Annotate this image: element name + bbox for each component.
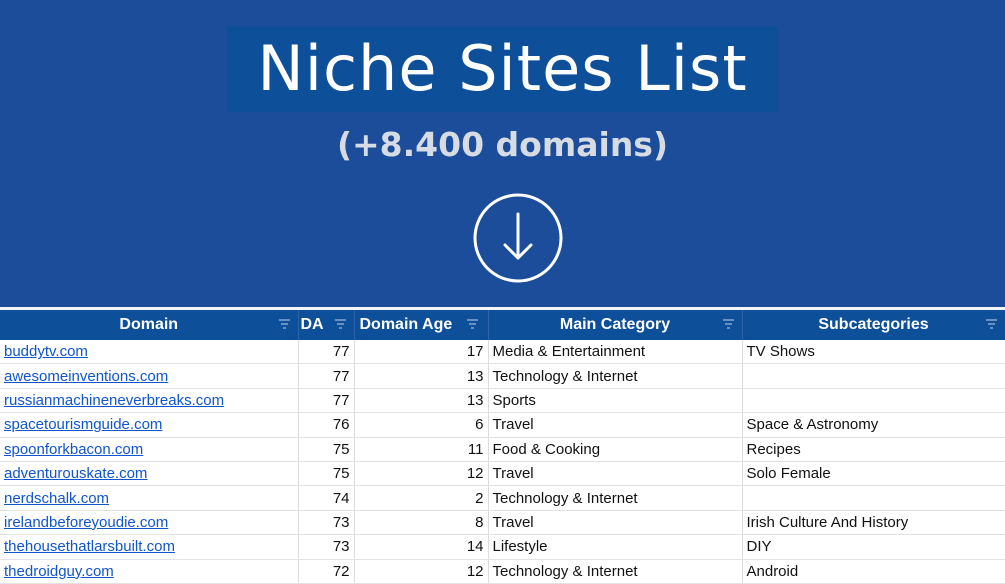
domain-cell[interactable]: spoonforkbacon.com	[0, 437, 299, 462]
subcategories-cell[interactable]: Android	[742, 559, 1005, 584]
da-cell[interactable]: 77	[298, 388, 355, 414]
table-row: spacetourismguide.com 76 6 Travel Space …	[0, 412, 1005, 438]
da-cell[interactable]: 73	[298, 510, 355, 536]
subcategories-cell[interactable]: Space & Astronomy	[742, 412, 1005, 438]
da-cell[interactable]: 77	[298, 363, 355, 389]
table-row: spoonforkbacon.com 75 11 Food & Cooking …	[0, 437, 1005, 462]
main-category-cell[interactable]: Media & Entertainment	[488, 340, 743, 365]
subcategories-cell[interactable]	[742, 388, 1005, 414]
subcategories-cell[interactable]: Recipes	[742, 437, 1005, 462]
domain-age-cell[interactable]: 13	[354, 363, 489, 389]
domain-age-cell[interactable]: 13	[354, 388, 489, 414]
domain-age-cell[interactable]: 17	[354, 340, 489, 365]
main-category-cell[interactable]: Travel	[488, 412, 743, 438]
da-cell[interactable]: 75	[298, 437, 355, 462]
da-cell[interactable]: 73	[298, 534, 355, 560]
table-row: buddytv.com 77 17 Media & Entertainment …	[0, 340, 1005, 365]
domain-cell[interactable]: nerdschalk.com	[0, 485, 299, 511]
column-header-label: DA	[300, 316, 324, 333]
domain-link[interactable]: russianmachineneverbreaks.com	[4, 392, 224, 409]
table-row: adventurouskate.com 75 12 Travel Solo Fe…	[0, 461, 1005, 487]
main-category-cell[interactable]: Food & Cooking	[488, 437, 743, 462]
domain-age-cell[interactable]: 2	[354, 485, 489, 511]
domain-cell[interactable]: awesomeinventions.com	[0, 363, 299, 389]
column-header-subcategories[interactable]: Subcategories	[742, 310, 1005, 340]
column-header-label: Domain Age	[359, 316, 453, 333]
column-header-label: Subcategories	[818, 316, 929, 333]
domain-cell[interactable]: irelandbeforeyoudie.com	[0, 510, 299, 536]
domain-link[interactable]: spacetourismguide.com	[4, 416, 162, 433]
da-cell[interactable]: 77	[298, 340, 355, 365]
subcategories-cell[interactable]	[742, 485, 1005, 511]
filter-icon[interactable]	[985, 319, 997, 329]
domain-link[interactable]: nerdschalk.com	[4, 490, 109, 507]
page-title: Niche Sites List	[227, 26, 778, 112]
table-row: irelandbeforeyoudie.com 73 8 Travel Iris…	[0, 510, 1005, 536]
domain-link[interactable]: adventurouskate.com	[4, 465, 147, 482]
main-category-cell[interactable]: Technology & Internet	[488, 485, 743, 511]
column-header-label: Domain	[119, 316, 179, 333]
table-row: thedroidguy.com 72 12 Technology & Inter…	[0, 559, 1005, 584]
table-row: nerdschalk.com 74 2 Technology & Interne…	[0, 485, 1005, 511]
domain-age-cell[interactable]: 8	[354, 510, 489, 536]
domain-cell[interactable]: spacetourismguide.com	[0, 412, 299, 438]
hero-banner: Niche Sites List (+8.400 domains)	[0, 0, 1005, 305]
filter-icon[interactable]	[334, 319, 346, 329]
column-header-domain-age[interactable]: Domain Age	[354, 310, 489, 340]
column-header-main-category[interactable]: Main Category	[488, 310, 743, 340]
da-cell[interactable]: 76	[298, 412, 355, 438]
domain-link[interactable]: thedroidguy.com	[4, 563, 114, 580]
domain-cell[interactable]: adventurouskate.com	[0, 461, 299, 487]
column-header-label: Main Category	[559, 316, 671, 333]
da-cell[interactable]: 72	[298, 559, 355, 584]
main-category-cell[interactable]: Travel	[488, 510, 743, 536]
main-category-cell[interactable]: Technology & Internet	[488, 559, 743, 584]
subcategories-cell[interactable]: DIY	[742, 534, 1005, 560]
arrow-down-circle-icon[interactable]	[472, 192, 564, 284]
domain-age-cell[interactable]: 11	[354, 437, 489, 462]
subcategories-cell[interactable]: Irish Culture And History	[742, 510, 1005, 536]
domain-cell[interactable]: russianmachineneverbreaks.com	[0, 388, 299, 414]
main-category-cell[interactable]: Travel	[488, 461, 743, 487]
da-cell[interactable]: 74	[298, 485, 355, 511]
filter-icon[interactable]	[278, 319, 290, 329]
domain-cell[interactable]: thedroidguy.com	[0, 559, 299, 584]
domain-age-cell[interactable]: 14	[354, 534, 489, 560]
subcategories-cell[interactable]: TV Shows	[742, 340, 1005, 365]
domain-age-cell[interactable]: 6	[354, 412, 489, 438]
table-row: awesomeinventions.com 77 13 Technology &…	[0, 363, 1005, 389]
spreadsheet: Domain DA Domain Age Main Category Subca…	[0, 307, 1005, 584]
table-row: russianmachineneverbreaks.com 77 13 Spor…	[0, 388, 1005, 414]
domain-link[interactable]: irelandbeforeyoudie.com	[4, 514, 168, 531]
filter-icon[interactable]	[722, 319, 734, 329]
main-category-cell[interactable]: Technology & Internet	[488, 363, 743, 389]
subcategories-cell[interactable]	[742, 363, 1005, 389]
domain-link[interactable]: thehousethatlarsbuilt.com	[4, 538, 175, 555]
domain-link[interactable]: buddytv.com	[4, 343, 88, 360]
table-row: thehousethatlarsbuilt.com 73 14 Lifestyl…	[0, 534, 1005, 560]
domain-link[interactable]: spoonforkbacon.com	[4, 441, 143, 458]
main-category-cell[interactable]: Sports	[488, 388, 743, 414]
domain-age-cell[interactable]: 12	[354, 559, 489, 584]
table-header-row: Domain DA Domain Age Main Category Subca…	[0, 310, 1005, 340]
domain-cell[interactable]: buddytv.com	[0, 340, 299, 365]
column-header-domain[interactable]: Domain	[0, 310, 299, 340]
filter-icon[interactable]	[466, 319, 478, 329]
page-subtitle: (+8.400 domains)	[336, 125, 669, 164]
column-header-da[interactable]: DA	[298, 310, 355, 340]
domain-age-cell[interactable]: 12	[354, 461, 489, 487]
main-category-cell[interactable]: Lifestyle	[488, 534, 743, 560]
da-cell[interactable]: 75	[298, 461, 355, 487]
subcategories-cell[interactable]: Solo Female	[742, 461, 1005, 487]
domain-cell[interactable]: thehousethatlarsbuilt.com	[0, 534, 299, 560]
domains-table: Domain DA Domain Age Main Category Subca…	[0, 310, 1005, 584]
domain-link[interactable]: awesomeinventions.com	[4, 368, 168, 385]
